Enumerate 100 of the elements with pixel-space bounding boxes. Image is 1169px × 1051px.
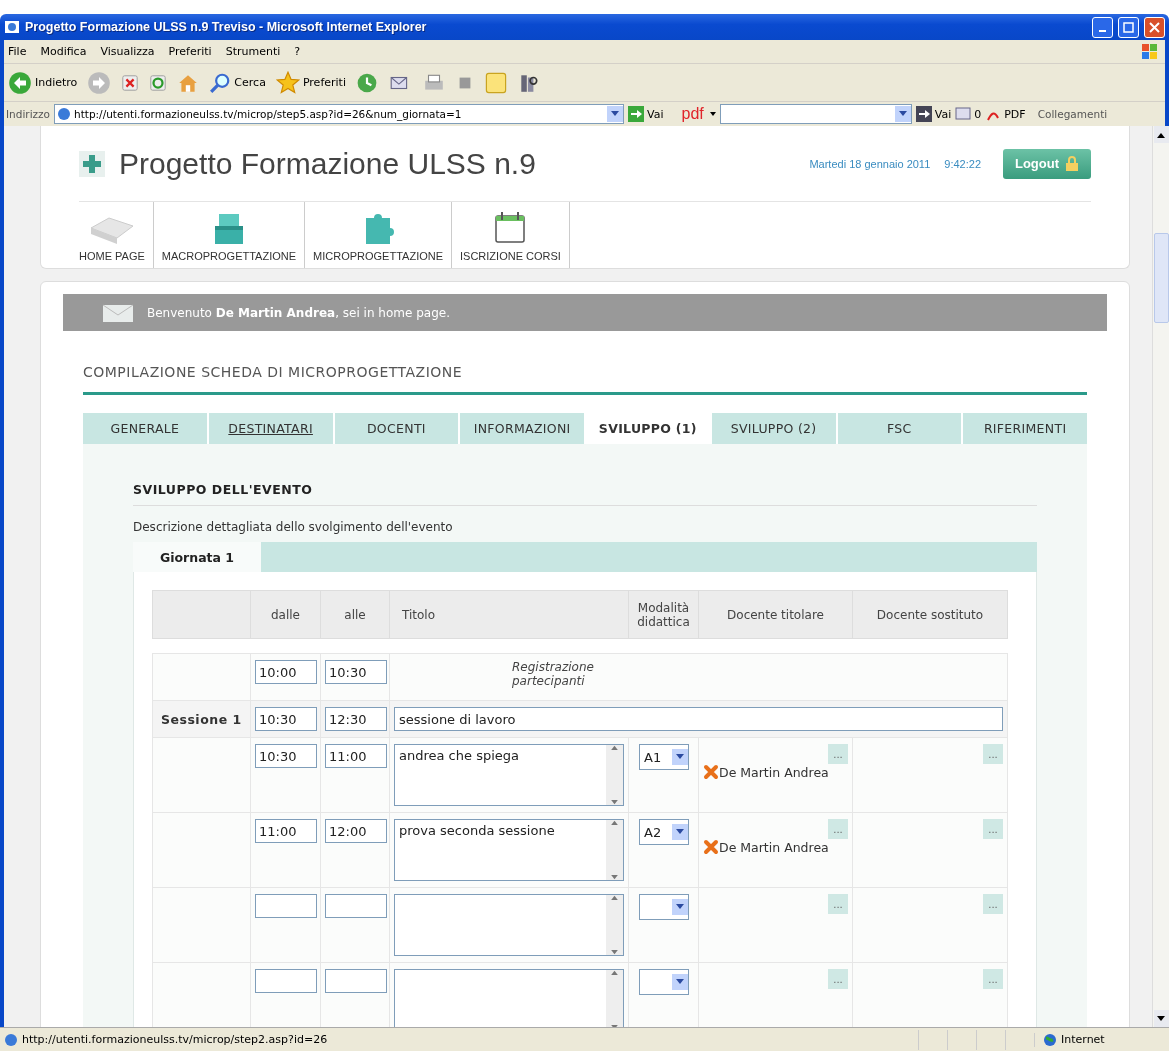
up-arrow-icon[interactable] bbox=[611, 970, 618, 975]
column-header: Docente sostituto bbox=[852, 590, 1008, 639]
panel-heading: SVILUPPO DELL'EVENTO bbox=[133, 482, 1037, 506]
maximize-button[interactable] bbox=[1118, 16, 1139, 38]
favorites-button[interactable]: Preferiti bbox=[275, 70, 346, 95]
menu-item[interactable]: File bbox=[8, 45, 27, 58]
scroll-down-button[interactable] bbox=[1153, 1010, 1169, 1027]
teacher-name: De Martin Andrea bbox=[703, 839, 829, 855]
search-field[interactable] bbox=[719, 104, 912, 124]
nav-item[interactable]: MACROPROGETTAZIONE bbox=[153, 202, 306, 268]
time-field[interactable]: 12:00 bbox=[325, 819, 387, 843]
browse-button[interactable]: ... bbox=[828, 894, 848, 914]
menu-item[interactable]: Modifica bbox=[40, 45, 87, 58]
down-arrow-icon[interactable] bbox=[611, 875, 618, 880]
time-field[interactable]: 10:00 bbox=[255, 660, 317, 684]
browse-button[interactable]: ... bbox=[828, 969, 848, 989]
time-field[interactable] bbox=[255, 969, 317, 993]
browse-button[interactable]: ... bbox=[828, 819, 848, 839]
mode-select[interactable]: A1 bbox=[639, 744, 689, 770]
security-zone: Internet bbox=[1034, 1032, 1169, 1047]
close-button[interactable] bbox=[1144, 16, 1165, 38]
column-header: Modalità didattica bbox=[628, 590, 699, 639]
padlock-icon bbox=[1065, 155, 1079, 172]
maximize-icon bbox=[1123, 21, 1134, 33]
title-textarea[interactable] bbox=[394, 969, 624, 1027]
down-arrow-icon bbox=[1157, 1015, 1165, 1022]
time-field[interactable]: 10:30 bbox=[325, 660, 387, 684]
tab[interactable]: RIFERIMENTI bbox=[963, 413, 1087, 444]
remove-icon[interactable] bbox=[703, 839, 719, 855]
caret-icon[interactable] bbox=[709, 112, 716, 116]
remove-icon[interactable] bbox=[703, 764, 719, 780]
menu-item[interactable]: Visualizza bbox=[100, 45, 155, 58]
refresh-button[interactable] bbox=[149, 73, 168, 92]
minimize-button[interactable] bbox=[1092, 16, 1113, 38]
up-arrow-icon[interactable] bbox=[611, 895, 618, 900]
scroll-up-button[interactable] bbox=[1153, 126, 1169, 143]
globe-icon bbox=[57, 107, 71, 121]
address-label: Indirizzo bbox=[6, 108, 50, 120]
time-field[interactable]: 10:30 bbox=[255, 707, 317, 731]
time-field[interactable] bbox=[325, 894, 387, 918]
menu-item[interactable]: Strumenti bbox=[225, 45, 281, 58]
session-title-field[interactable]: sessione di lavoro bbox=[394, 707, 1003, 731]
page-icon bbox=[4, 1032, 18, 1047]
up-arrow-icon[interactable] bbox=[611, 745, 618, 750]
day-tab[interactable]: Giornata 1 bbox=[133, 542, 261, 572]
browse-button[interactable]: ... bbox=[983, 969, 1003, 989]
search-button[interactable]: Cerca bbox=[209, 71, 266, 94]
browser-icon bbox=[4, 19, 20, 35]
tab[interactable]: SVILUPPO (1) bbox=[586, 413, 712, 444]
note-button[interactable] bbox=[483, 70, 508, 95]
address-field[interactable]: http://utenti.formazioneulss.tv/microp/step5.asp?id=26&num_giornata=1 bbox=[54, 104, 624, 124]
time-field[interactable]: 11:00 bbox=[325, 744, 387, 768]
browse-button[interactable]: ... bbox=[983, 819, 1003, 839]
mode-select[interactable] bbox=[639, 969, 689, 995]
nav-item[interactable]: MICROPROGETTAZIONE bbox=[305, 202, 453, 268]
menu-item[interactable]: Preferiti bbox=[168, 45, 212, 58]
go-button[interactable]: Vai bbox=[628, 106, 664, 122]
window-icon bbox=[955, 107, 972, 121]
menu-item[interactable]: ? bbox=[294, 45, 301, 58]
browse-button[interactable]: ... bbox=[983, 744, 1003, 764]
pdf-button[interactable]: PDF bbox=[985, 106, 1026, 122]
star-icon bbox=[275, 70, 300, 95]
popup-counter-button[interactable]: 0 bbox=[955, 107, 982, 121]
nav-item[interactable]: HOME PAGE bbox=[79, 202, 154, 268]
scrollbar-thumb[interactable] bbox=[1153, 233, 1169, 323]
time-field[interactable] bbox=[255, 894, 317, 918]
go-button[interactable]: Vai bbox=[915, 106, 952, 122]
pdf-label: pdf bbox=[681, 105, 704, 123]
mode-select[interactable]: A2 bbox=[639, 819, 689, 845]
stop-button[interactable] bbox=[121, 73, 140, 92]
browse-button[interactable]: ... bbox=[983, 894, 1003, 914]
site-title: Progetto Formazione ULSS n.9 bbox=[119, 146, 537, 181]
back-button[interactable]: Indietro bbox=[8, 70, 78, 95]
search-icon bbox=[209, 71, 232, 94]
title-textarea[interactable]: andrea che spiega bbox=[394, 744, 624, 806]
mode-select[interactable] bbox=[639, 894, 689, 920]
column-header: dalle bbox=[250, 590, 321, 639]
refresh-icon bbox=[149, 73, 168, 92]
time-field[interactable]: 12:30 bbox=[325, 707, 387, 731]
time-field[interactable]: 10:30 bbox=[255, 744, 317, 768]
up-arrow-icon bbox=[1157, 131, 1165, 138]
description-text: Descrizione dettagliata dello svolgimento dell'evento bbox=[133, 520, 454, 534]
column-header: Docente titolare bbox=[698, 590, 853, 639]
down-arrow-icon[interactable] bbox=[611, 800, 618, 805]
nav-item[interactable]: ISCRIZIONE CORSI bbox=[452, 202, 570, 268]
browse-button[interactable]: ... bbox=[828, 744, 848, 764]
up-arrow-icon[interactable] bbox=[611, 820, 618, 825]
windows-logo-icon bbox=[1141, 42, 1159, 61]
title-textarea[interactable] bbox=[394, 894, 624, 956]
column-header: Titolo bbox=[389, 590, 629, 639]
note-icon bbox=[483, 70, 508, 95]
section-title: COMPILAZIONE SCHEDA DI MICROPROGETTAZIONE bbox=[83, 364, 1087, 395]
minimize-icon bbox=[1099, 30, 1106, 32]
links-label: Collegamenti bbox=[1037, 108, 1108, 120]
history-button[interactable] bbox=[355, 71, 378, 94]
logo-icon bbox=[79, 150, 105, 177]
time-field[interactable] bbox=[325, 969, 387, 993]
down-arrow-icon[interactable] bbox=[611, 950, 618, 955]
title-textarea[interactable]: prova seconda sessione bbox=[394, 819, 624, 881]
time-field[interactable]: 11:00 bbox=[255, 819, 317, 843]
